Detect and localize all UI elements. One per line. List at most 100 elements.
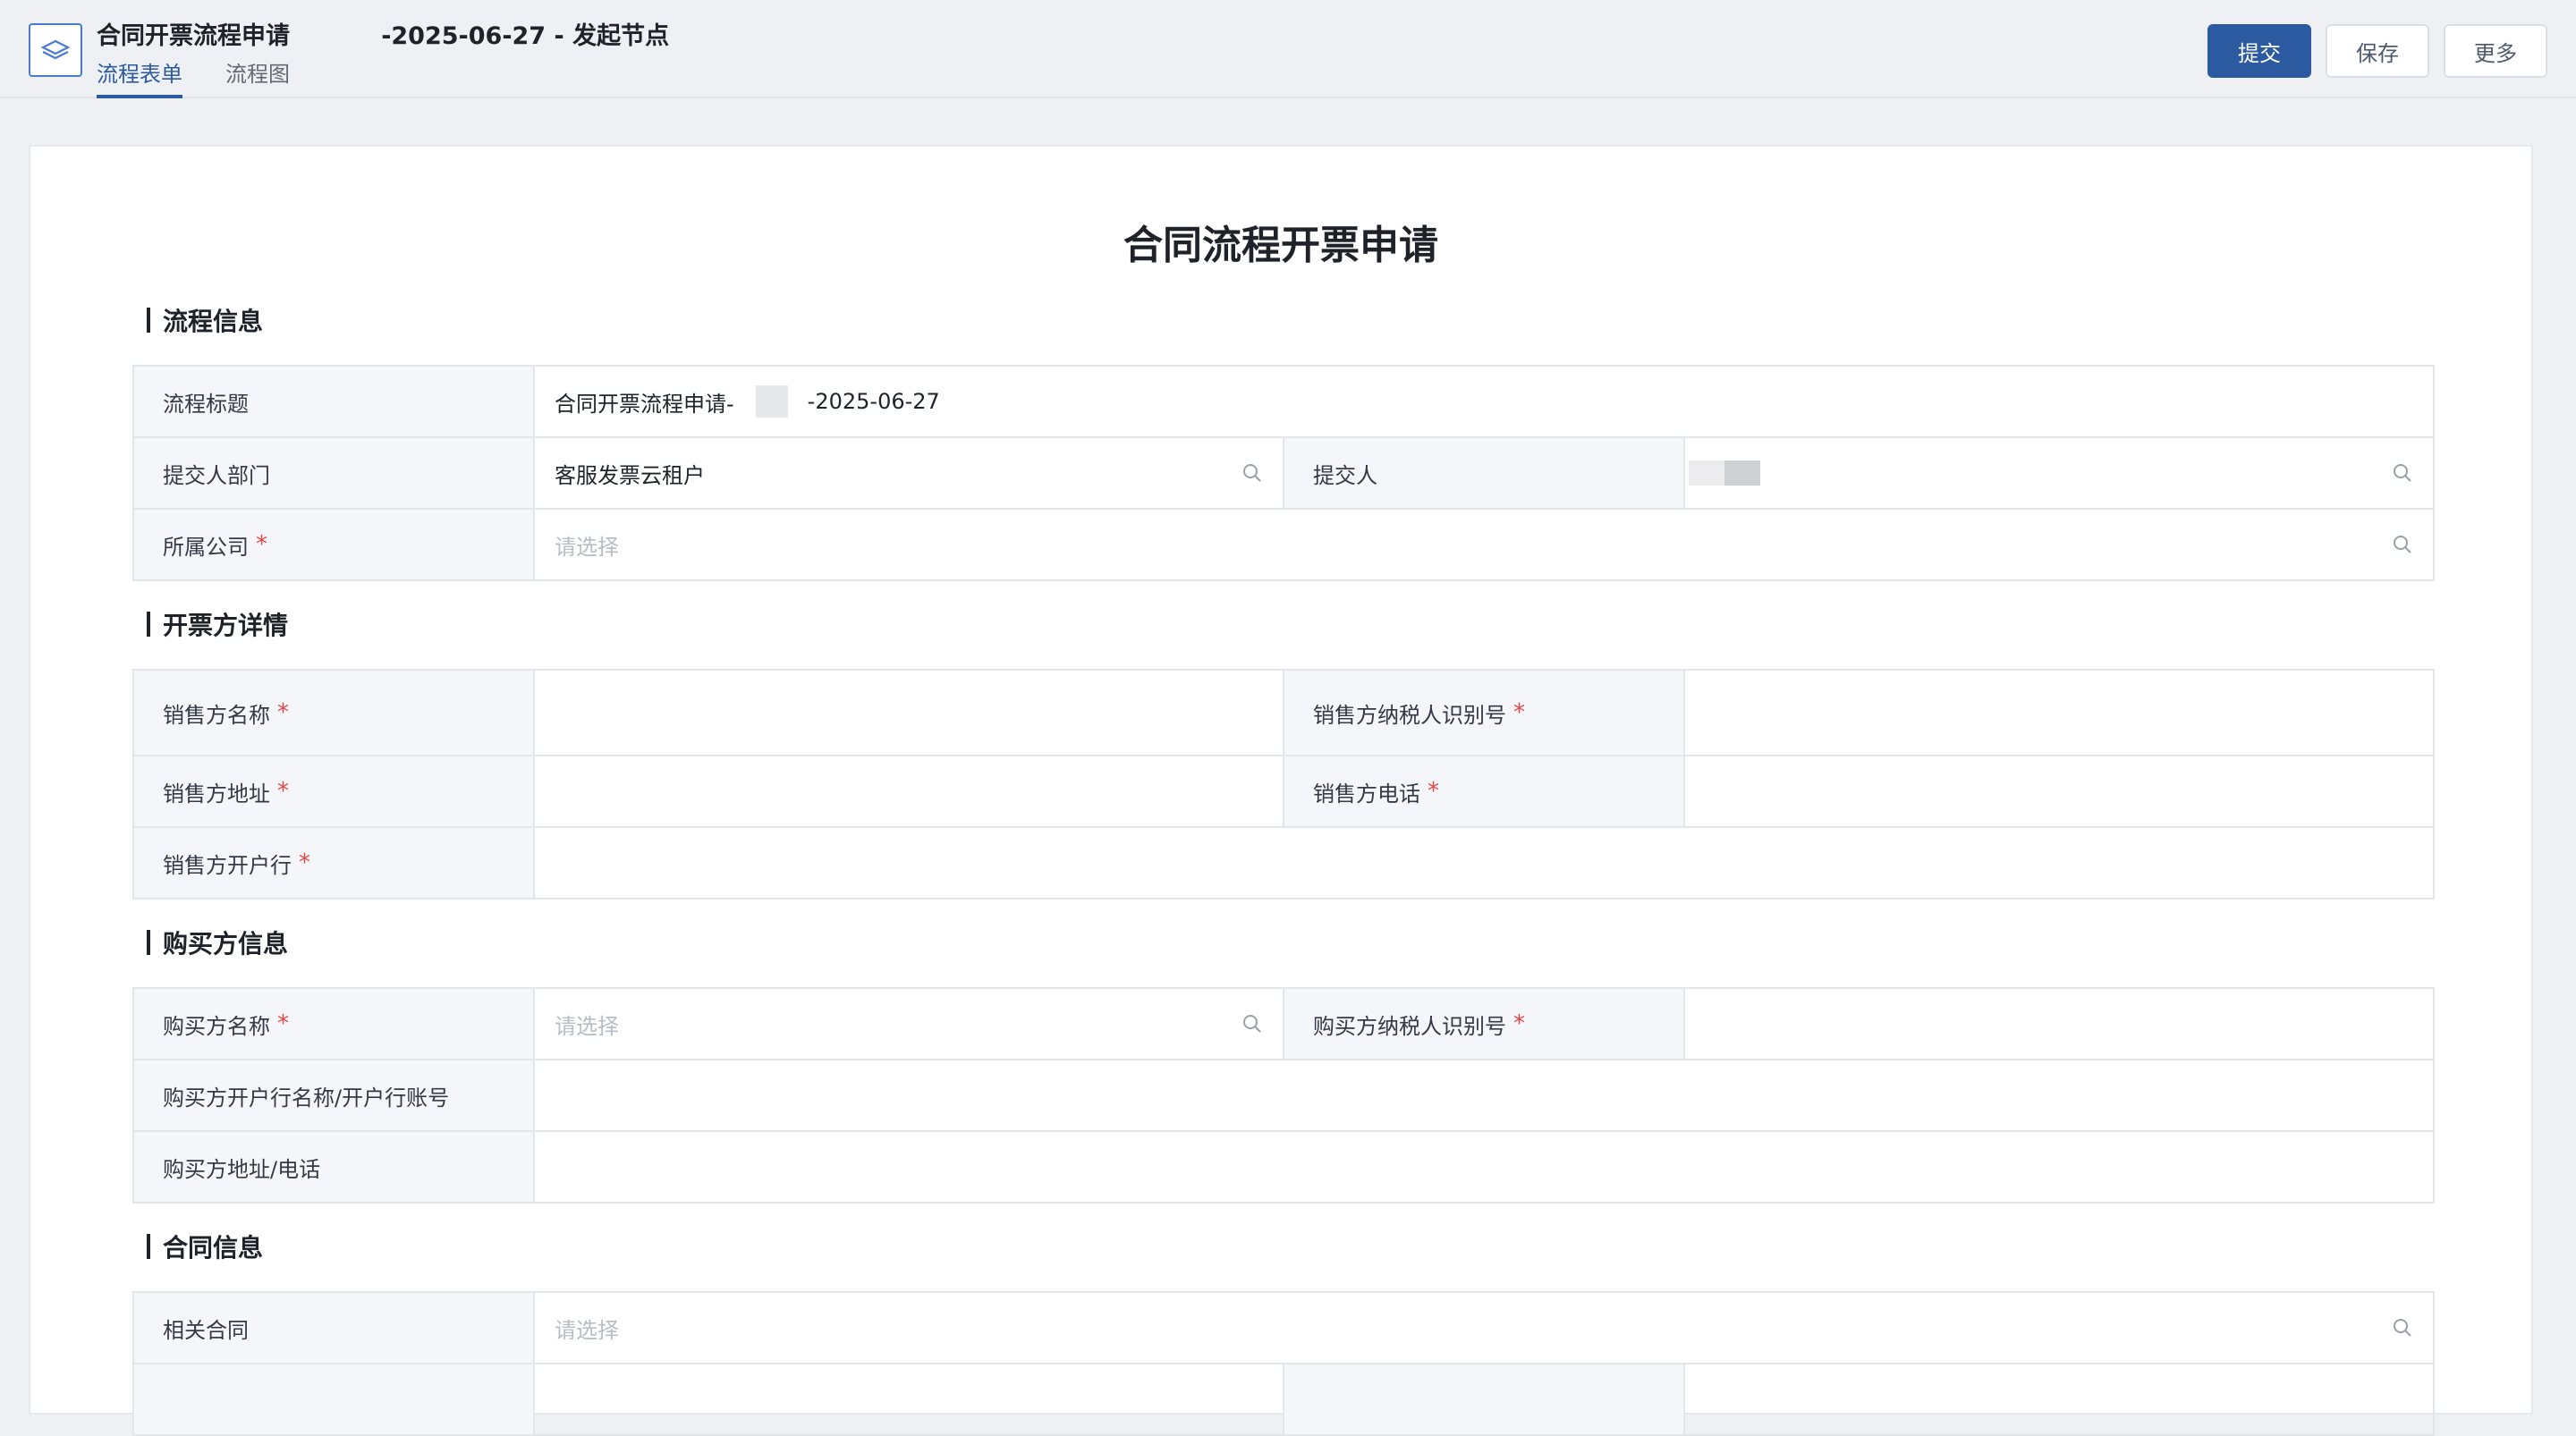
buyer-bank-label: 购买方开户行名称/开户行账号 <box>134 1060 535 1130</box>
section-title-contract: 合同信息 <box>147 1229 263 1264</box>
redacted-block <box>1724 460 1760 486</box>
layers-icon <box>29 23 82 77</box>
row-flow-title: 流程标题 合同开票流程申请- -2025-06-27 <box>134 367 2433 438</box>
row-company: 所属公司 * 请选择 <box>134 510 2433 581</box>
section-bar <box>147 930 150 955</box>
seller-name-label: 销售方名称 * <box>134 671 535 755</box>
seller-bank-label: 销售方开户行 * <box>134 828 535 898</box>
flow-title-suffix: -2025-06-27 <box>807 389 940 414</box>
buyer-addr-label: 购买方地址/电话 <box>134 1132 535 1202</box>
top-header: 合同开票流程申请 -2025-06-27 - 发起节点 流程表单 流程图 提交 … <box>0 0 2576 98</box>
section-title-text: 购买方信息 <box>163 929 289 959</box>
required-mark: * <box>1513 1010 1525 1037</box>
tab-process-form[interactable]: 流程表单 <box>97 59 182 98</box>
section-title-text: 合同信息 <box>163 1233 264 1263</box>
row-seller-name-tax: 销售方名称 * 销售方纳税人识别号 * <box>134 671 2433 756</box>
row-buyer-name-tax: 购买方名称 * 请选择 购买方纳税人识别号 * <box>134 989 2433 1060</box>
section-bar <box>147 308 150 333</box>
company-field[interactable]: 请选择 <box>535 510 2433 579</box>
buyer-tax-label: 购买方纳税人识别号 * <box>1284 989 1685 1059</box>
issuer-grid: 销售方名称 * 销售方纳税人识别号 * 销售方地址 * 销售方电话 * 销售方开… <box>132 669 2435 900</box>
form-card: 合同流程开票申请 流程信息 流程标题 合同开票流程申请- -2025-06-27… <box>29 145 2533 1436</box>
contract-grid: 相关合同 请选择 <box>132 1291 2435 1436</box>
search-icon[interactable] <box>2392 462 2413 484</box>
required-mark: * <box>1428 778 1439 805</box>
buyer-tax-field[interactable] <box>1685 989 2433 1059</box>
dept-field[interactable]: 客服发票云租户 <box>535 438 1284 508</box>
seller-addr-field[interactable] <box>535 756 1284 826</box>
related-contract-field[interactable]: 请选择 <box>535 1293 2433 1363</box>
company-label-text: 所属公司 <box>163 534 249 560</box>
row-buyer-bank: 购买方开户行名称/开户行账号 <box>134 1060 2433 1132</box>
section-title-process-info: 流程信息 <box>147 302 263 338</box>
seller-bank-label-text: 销售方开户行 <box>163 852 292 878</box>
search-icon[interactable] <box>2392 1317 2413 1339</box>
dept-value: 客服发票云租户 <box>555 462 705 488</box>
section-bar <box>147 1234 150 1259</box>
more-button[interactable]: 更多 <box>2444 24 2547 78</box>
partial-field[interactable] <box>535 1364 1284 1434</box>
company-label: 所属公司 * <box>134 510 535 579</box>
required-mark: * <box>277 778 289 805</box>
row-buyer-addr: 购买方地址/电话 <box>134 1132 2433 1204</box>
seller-addr-label: 销售方地址 * <box>134 756 535 826</box>
buyer-name-field[interactable]: 请选择 <box>535 989 1284 1059</box>
section-title-text: 开票方详情 <box>163 611 289 640</box>
page-title: 合同开票流程申请 -2025-06-27 - 发起节点 <box>97 16 669 52</box>
submitter-field[interactable] <box>1685 438 2433 508</box>
buyer-bank-field[interactable] <box>535 1060 2433 1130</box>
seller-bank-field[interactable] <box>535 828 2433 898</box>
buyer-grid: 购买方名称 * 请选择 购买方纳税人识别号 * 购买方开户行名称/开户行账号 购… <box>132 987 2435 1204</box>
flow-title-prefix: 合同开票流程申请- <box>555 391 734 417</box>
section-title-buyer: 购买方信息 <box>147 925 288 960</box>
seller-tax-label: 销售方纳税人识别号 * <box>1284 671 1685 755</box>
search-icon[interactable] <box>1241 1013 1263 1035</box>
flow-title-field[interactable]: 合同开票流程申请- -2025-06-27 <box>535 367 2433 436</box>
company-placeholder: 请选择 <box>555 534 619 560</box>
tab-bar: 流程表单 流程图 <box>97 59 290 98</box>
search-icon[interactable] <box>1241 462 1263 484</box>
buyer-name-placeholder: 请选择 <box>555 1013 619 1039</box>
dept-label: 提交人部门 <box>134 438 535 508</box>
related-contract-label: 相关合同 <box>134 1293 535 1363</box>
tab-flow-chart[interactable]: 流程图 <box>225 59 290 98</box>
search-icon[interactable] <box>2392 534 2413 555</box>
seller-phone-label: 销售方电话 * <box>1284 756 1685 826</box>
page-title-main: 合同开票流程申请 <box>97 22 290 50</box>
row-seller-bank: 销售方开户行 * <box>134 828 2433 900</box>
redacted-block <box>755 385 788 418</box>
required-mark: * <box>277 699 289 726</box>
seller-name-label-text: 销售方名称 <box>163 702 270 728</box>
buyer-name-label: 购买方名称 * <box>134 989 535 1059</box>
seller-addr-label-text: 销售方地址 <box>163 781 270 807</box>
partial-label <box>134 1364 535 1434</box>
page-title-suffix: -2025-06-27 - 发起节点 <box>381 22 670 50</box>
required-mark: * <box>1513 699 1525 726</box>
seller-name-field[interactable] <box>535 671 1284 755</box>
required-mark: * <box>277 1010 289 1037</box>
partial-label <box>1284 1364 1685 1434</box>
process-info-grid: 流程标题 合同开票流程申请- -2025-06-27 提交人部门 客服发票云租户… <box>132 365 2435 581</box>
submit-button[interactable]: 提交 <box>2207 24 2311 78</box>
partial-field[interactable] <box>1685 1364 2433 1434</box>
required-mark: * <box>256 531 267 558</box>
seller-tax-label-text: 销售方纳税人识别号 <box>1313 702 1506 728</box>
row-dept-submitter: 提交人部门 客服发票云租户 提交人 <box>134 438 2433 510</box>
redacted-block <box>1689 460 1724 486</box>
save-button[interactable]: 保存 <box>2326 24 2429 78</box>
row-seller-addr-phone: 销售方地址 * 销售方电话 * <box>134 756 2433 828</box>
buyer-addr-field[interactable] <box>535 1132 2433 1202</box>
buyer-name-label-text: 购买方名称 <box>163 1013 270 1039</box>
form-title: 合同流程开票申请 <box>1123 223 1438 268</box>
section-title-text: 流程信息 <box>163 307 264 336</box>
flow-title-label: 流程标题 <box>134 367 535 436</box>
seller-phone-field[interactable] <box>1685 756 2433 826</box>
row-related-contract: 相关合同 请选择 <box>134 1293 2433 1364</box>
seller-tax-field[interactable] <box>1685 671 2433 755</box>
redacted-block <box>300 28 372 52</box>
related-contract-placeholder: 请选择 <box>555 1317 619 1343</box>
seller-phone-label-text: 销售方电话 <box>1313 781 1420 807</box>
submitter-label: 提交人 <box>1284 438 1685 508</box>
row-partial-next <box>134 1364 2433 1436</box>
buyer-tax-label-text: 购买方纳税人识别号 <box>1313 1013 1506 1039</box>
